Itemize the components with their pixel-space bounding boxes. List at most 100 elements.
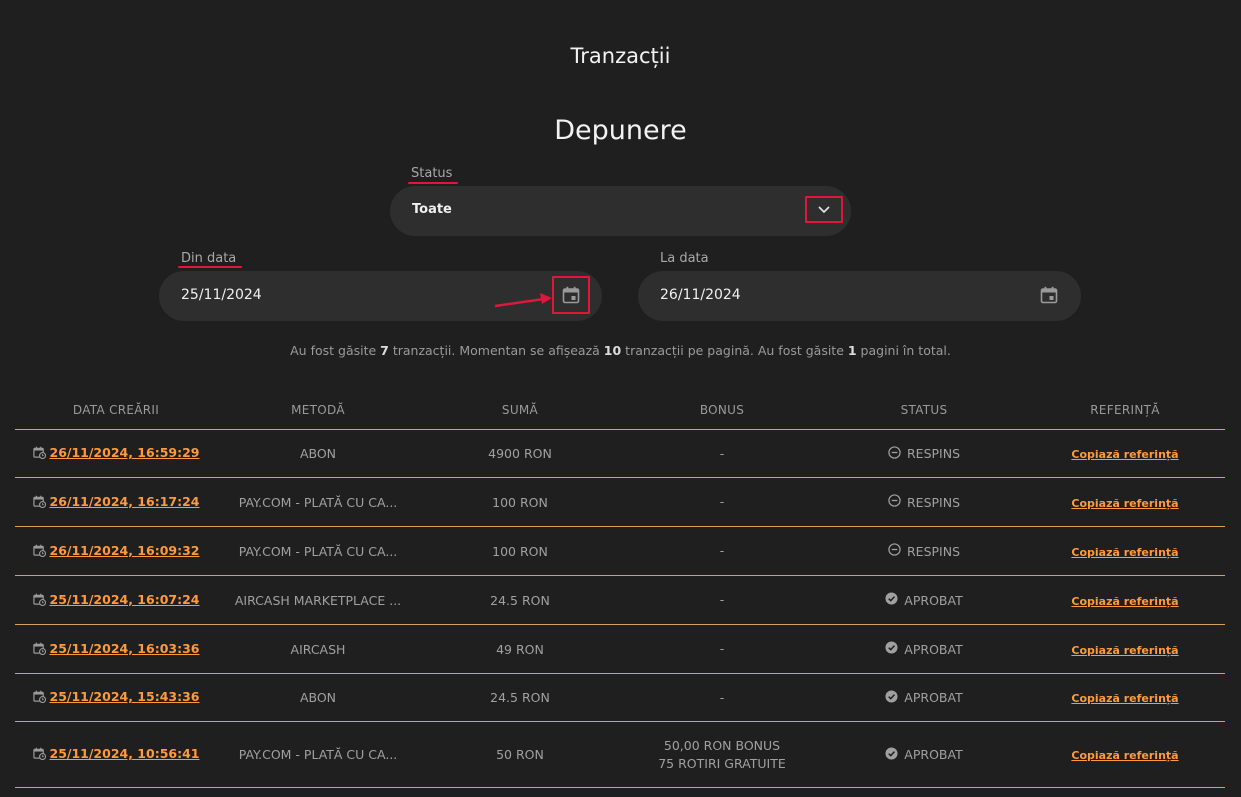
calendar-icon[interactable] [1030,276,1068,314]
transaction-date: 26/11/2024, 16:09:32 [49,542,200,558]
bonus-line: - [719,641,725,656]
transaction-date: 26/11/2024, 16:17:24 [49,493,200,509]
transaction-amount: 24.5 RON [490,592,550,608]
annotation-arrow [494,293,552,308]
transaction-method: ABON [299,446,337,461]
page-title: Tranzacții [570,44,671,68]
to-date-value: 26/11/2024 [660,287,741,303]
header-method[interactable]: METODĂ [217,403,419,417]
chevron-down-icon[interactable] [805,196,843,223]
status-select-value: Toate [412,202,452,217]
copy-reference-link[interactable]: Copiază referință [1071,595,1178,608]
header-status[interactable]: STATUS [823,403,1025,417]
check-circle-icon [885,746,898,763]
transaction-date: 25/11/2024, 16:07:24 [49,591,200,607]
bonus-line: - [719,445,725,461]
transaction-method: AIRCASH [290,641,346,657]
status-badge: APROBAT [885,689,963,706]
status-text: RESPINS [906,543,961,559]
status-text: APROBAT [904,690,963,705]
transaction-method: PAY.COM - PLATĂ CU CA... [238,494,398,510]
transaction-date: 25/11/2024, 15:43:36 [49,689,200,704]
copy-reference-link[interactable]: Copiază referință [1071,749,1178,762]
table-row: 26/11/2024, 16:59:29 ABON 4900 RON - RES… [15,430,1225,478]
results-summary: Au fost găsite 7 tranzacții. Momentan se… [290,343,951,358]
transaction-date-link[interactable]: 25/11/2024, 10:56:41 [32,746,200,761]
status-badge: APROBAT [885,592,963,608]
status-badge: APROBAT [885,641,963,657]
calendar-clock-icon [32,544,46,557]
transaction-method: PAY.COM - PLATĂ CU CA... [238,747,398,762]
transaction-amount: 4900 RON [488,446,552,461]
status-text: APROBAT [904,747,963,762]
header-bonus[interactable]: BONUS [621,403,823,417]
transactions-table: DATA CREĂRII METODĂ SUMĂ BONUS STATUS RE… [15,390,1225,788]
status-badge: RESPINS [888,543,960,559]
copy-reference-link[interactable]: Copiază referință [1071,644,1178,657]
calendar-clock-icon [32,446,46,459]
header-amount[interactable]: SUMĂ [419,403,621,417]
minus-circle-icon [888,445,901,462]
transaction-amount: 24.5 RON [490,690,550,705]
transaction-bonus: - [621,640,823,658]
from-date-label: Din data [181,251,237,266]
status-text: APROBAT [904,641,963,657]
transaction-amount: 50 RON [496,747,544,762]
transaction-date-link[interactable]: 26/11/2024, 16:09:32 [32,542,200,558]
transaction-amount: 49 RON [496,641,544,657]
status-badge: RESPINS [888,494,960,510]
transaction-date: 26/11/2024, 16:59:29 [49,445,200,460]
transaction-bonus: - [621,542,823,560]
to-date-input[interactable]: 26/11/2024 [638,271,1081,321]
transaction-bonus: - [621,493,823,511]
check-circle-icon [885,641,898,657]
calendar-icon[interactable] [552,276,590,314]
transaction-date-link[interactable]: 26/11/2024, 16:17:24 [32,493,200,509]
transaction-date-link[interactable]: 25/11/2024, 16:07:24 [32,591,200,607]
transaction-date-link[interactable]: 25/11/2024, 16:03:36 [32,640,200,656]
check-circle-icon [885,689,898,706]
status-select[interactable]: Toate [390,186,851,236]
copy-reference-link[interactable]: Copiază referință [1071,692,1178,705]
transaction-amount: 100 RON [492,543,548,559]
from-date-value: 25/11/2024 [181,287,262,303]
transaction-method: PAY.COM - PLATĂ CU CA... [238,543,398,559]
table-row: 26/11/2024, 16:17:24 PAY.COM - PLATĂ CU … [15,478,1225,527]
transaction-method: AIRCASH MARKETPLACE ... [234,592,402,608]
table-row: 25/11/2024, 15:43:36 ABON 24.5 RON - APR… [15,674,1225,722]
calendar-clock-icon [32,642,46,655]
from-date-label-annotation [178,266,242,268]
header-reference[interactable]: REFERINȚĂ [1025,403,1225,417]
transaction-bonus: - [621,689,823,707]
to-date-label: La data [660,251,709,266]
calendar-clock-icon [32,747,46,760]
transaction-date-link[interactable]: 25/11/2024, 15:43:36 [32,689,200,704]
transaction-bonus: 50,00 RON BONUS 75 ROTIRI GRATUITE [621,737,823,773]
calendar-clock-icon [32,690,46,703]
copy-reference-link[interactable]: Copiază referință [1071,497,1178,510]
copy-reference-link[interactable]: Copiază referință [1071,448,1178,461]
transaction-date: 25/11/2024, 16:03:36 [49,640,200,656]
minus-circle-icon [888,543,901,559]
transaction-method: ABON [299,690,337,705]
status-label: Status [411,166,453,181]
bonus-line-secondary: 75 ROTIRI GRATUITE [658,755,786,771]
status-label-annotation [408,182,458,184]
transaction-date-link[interactable]: 26/11/2024, 16:59:29 [32,445,200,460]
table-body: 26/11/2024, 16:59:29 ABON 4900 RON - RES… [15,430,1225,788]
section-title: Depunere [554,115,687,146]
bonus-line: - [719,689,725,705]
bonus-line: - [719,592,725,607]
table-header: DATA CREĂRII METODĂ SUMĂ BONUS STATUS RE… [15,390,1225,430]
status-badge: APROBAT [885,746,963,763]
calendar-clock-icon [32,593,46,606]
table-row: 25/11/2024, 10:56:41 PAY.COM - PLATĂ CU … [15,722,1225,788]
status-badge: RESPINS [888,445,960,462]
transaction-bonus: - [621,445,823,463]
table-row: 25/11/2024, 16:07:24 AIRCASH MARKETPLACE… [15,576,1225,625]
transaction-bonus: - [621,591,823,609]
copy-reference-link[interactable]: Copiază referință [1071,546,1178,559]
header-date[interactable]: DATA CREĂRII [15,403,217,417]
minus-circle-icon [888,494,901,510]
transaction-amount: 100 RON [492,494,548,510]
